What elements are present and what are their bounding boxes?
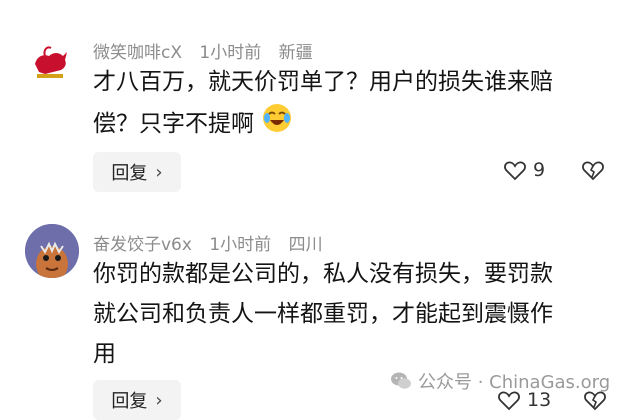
broken-heart-icon <box>582 161 604 181</box>
wechat-icon <box>391 372 411 389</box>
like-count: 9 <box>533 159 546 181</box>
crying-laughing-emoji-icon <box>261 102 293 147</box>
timestamp: 1小时前 <box>199 43 262 63</box>
comment-text-line: 你罚的款都是公司的，私人没有损失，要罚款 <box>93 261 553 287</box>
location: 四川 <box>288 235 323 255</box>
location: 新疆 <box>278 43 313 63</box>
comment-meta: 奋发饺子v6x 1小时前 四川 <box>93 230 335 255</box>
chevron-right-icon: › <box>155 161 163 183</box>
watermark: 公众号 · ChinaGas.org <box>390 368 610 394</box>
username[interactable]: 微笑咖啡cX <box>93 43 182 63</box>
dislike-button[interactable] <box>581 158 605 182</box>
username[interactable]: 奋发饺子v6x <box>93 235 192 255</box>
comment-text-line: 就公司和负责人一样都重罚，才能起到震慑作 <box>93 301 553 327</box>
bull-logo-icon <box>23 34 77 88</box>
timestamp: 1小时前 <box>209 235 272 255</box>
like-button[interactable]: 9 <box>503 158 545 182</box>
reply-button[interactable]: 回复 › <box>93 380 181 420</box>
comment-text: 才八百万，就天价罚单了？用户的损失谁来赔 偿？只字不提啊 <box>93 62 593 147</box>
avatar[interactable] <box>25 224 79 278</box>
comment-text-line: 偿？只字不提啊 <box>93 102 593 147</box>
reply-label: 回复 <box>111 163 148 184</box>
comment-item: 微笑咖啡cX 1小时前 新疆 才八百万，就天价罚单了？用户的损失谁来赔 偿？只字… <box>0 0 640 200</box>
reply-label: 回复 <box>111 391 148 412</box>
heart-icon <box>504 161 526 181</box>
character-avatar-icon <box>25 224 79 278</box>
chevron-right-icon: › <box>155 389 163 411</box>
avatar[interactable] <box>23 34 77 88</box>
comment-text-line: 才八百万，就天价罚单了？用户的损失谁来赔 <box>93 69 553 95</box>
reply-button[interactable]: 回复 › <box>93 152 181 192</box>
watermark-text: 公众号 · ChinaGas.org <box>418 372 611 393</box>
comment-meta: 微笑咖啡cX 1小时前 新疆 <box>93 38 325 63</box>
comment-text: 你罚的款都是公司的，私人没有损失，要罚款 就公司和负责人一样都重罚，才能起到震慑… <box>93 254 593 374</box>
